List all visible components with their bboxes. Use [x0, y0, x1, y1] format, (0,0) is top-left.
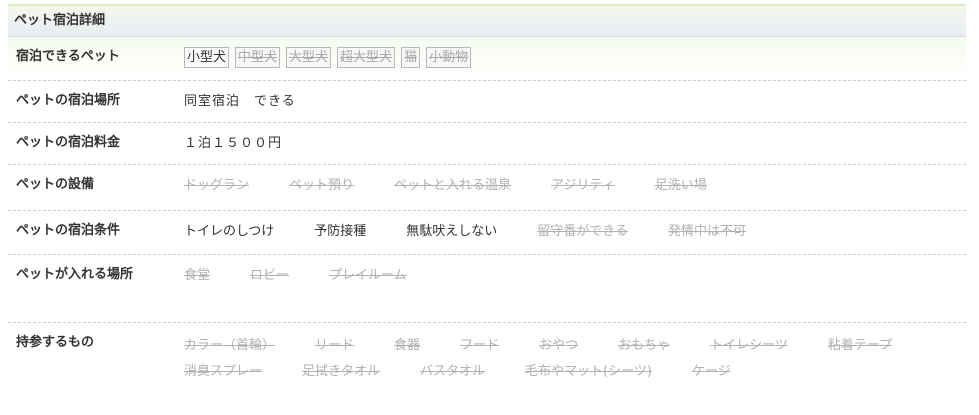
condition-item-4: 発情中は不可: [668, 224, 747, 239]
bring-item-11: 毛布やマット(シーツ): [525, 364, 652, 379]
bring-item-5: おもちゃ: [618, 338, 671, 353]
facility-item-2: ペットと入れる温泉: [394, 178, 512, 193]
bring-item-10: バスタオル: [420, 364, 486, 379]
pet-type-tag-0: 小型犬: [184, 47, 230, 68]
row-label: 宿泊できるペット: [16, 49, 120, 64]
bring-item-7: 粘着テープ: [827, 338, 893, 353]
row-label: ペットが入れる場所: [16, 267, 134, 282]
pet-type-tag-2: 大型犬: [286, 47, 332, 68]
section-title: ペット宿泊詳細: [8, 4, 966, 37]
row-label: ペットの宿泊条件: [16, 223, 121, 238]
bring-item-4: おやつ: [539, 338, 579, 353]
area-item-2: プレイルーム: [329, 268, 407, 283]
row-label: ペットの宿泊場所: [16, 93, 121, 108]
condition-item-0: トイレのしつけ: [184, 224, 275, 239]
row-lodging-fee: ペットの宿泊料金 １泊１５００円: [8, 123, 966, 165]
pet-type-tag-1: 中型犬: [235, 47, 281, 68]
bring-item-6: トイレシーツ: [710, 338, 788, 353]
bring-item-8: 消臭スプレー: [184, 364, 263, 379]
row-label: 持参するもの: [16, 335, 95, 350]
facility-item-4: 足洗い場: [654, 178, 707, 193]
row-pet-areas: ペットが入れる場所 食堂 ロビー プレイルーム: [8, 255, 966, 323]
pet-type-tag-5: 小動物: [426, 47, 472, 68]
row-lodging-place: ペットの宿泊場所 同室宿泊 できる: [8, 81, 966, 123]
pet-type-tag-3: 超大型犬: [337, 47, 396, 68]
bring-item-2: 食器: [394, 338, 421, 353]
bring-item-9: 足拭きタオル: [302, 364, 381, 379]
row-label: ペットの設備: [16, 177, 95, 192]
lodging-conditions-list: トイレのしつけ 予防接種 無駄吠えしない 留守番ができる 発情中は不可: [184, 221, 960, 243]
pet-areas-list: 食堂 ロビー プレイルーム: [184, 265, 960, 287]
condition-item-1: 予防接種: [314, 224, 367, 239]
bring-item-3: フード: [460, 338, 500, 353]
bring-item-0: カラー（首輪）: [184, 338, 276, 353]
items-to-bring-list: カラー（首輪） リード 食器 フード おやつ おもちゃ トイレシーツ 粘着テープ消臭スプレー 足…: [184, 333, 960, 385]
lodging-fee-value: １泊１５００円: [184, 136, 283, 151]
facility-item-3: アジリティ: [551, 178, 615, 193]
bring-item-1: リード: [315, 338, 355, 353]
row-label: ペットの宿泊料金: [16, 135, 121, 150]
row-items-to-bring: 持参するもの カラー（首輪） リード 食器 フード おやつ おもちゃ トイレシーツ 粘着テープ…: [8, 323, 966, 405]
bring-item-12: ケージ: [691, 364, 731, 379]
area-item-1: ロビー: [250, 268, 290, 283]
lodging-place-value: 同室宿泊 できる: [184, 94, 296, 109]
row-lodging-conditions: ペットの宿泊条件 トイレのしつけ 予防接種 無駄吠えしない 留守番ができる 発情中は不可: [8, 211, 966, 255]
facility-item-1: ペット預り: [289, 178, 355, 193]
row-allowed-pets: 宿泊できるペット 小型犬 中型犬 大型犬 超大型犬猫小動物: [8, 37, 966, 81]
facility-item-0: ドッグラン: [184, 178, 250, 193]
allowed-pets-tags: 小型犬 中型犬 大型犬 超大型犬猫小動物: [184, 47, 960, 69]
pet-type-tag-4: 猫: [401, 47, 421, 68]
area-item-0: 食堂: [184, 268, 211, 283]
condition-item-2: 無駄吠えしない: [406, 224, 498, 239]
pet-lodging-details: ペット宿泊詳細 宿泊できるペット 小型犬 中型犬 大型犬 超大型犬猫小動物 ペットの宿…: [8, 4, 966, 405]
pet-facilities-list: ドッグラン ペット預り ペットと入れる温泉 アジリティ 足洗い場: [184, 175, 960, 197]
row-pet-facilities: ペットの設備 ドッグラン ペット預り ペットと入れる温泉 アジリティ 足洗い場: [8, 165, 966, 211]
condition-item-3: 留守番ができる: [537, 224, 629, 239]
